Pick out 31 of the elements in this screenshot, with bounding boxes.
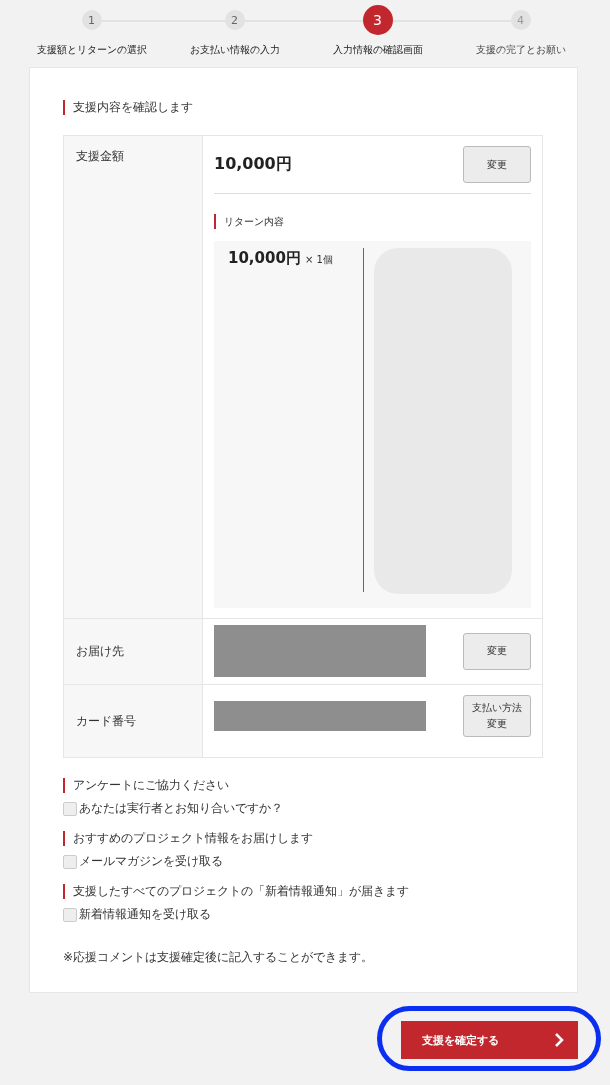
reward-price: 10,000円: [228, 249, 301, 267]
step-number: 4: [510, 10, 531, 30]
option-heading: おすすめのプロジェクト情報をお届けします: [63, 831, 543, 846]
section-heading: 支援内容を確認します: [63, 100, 543, 115]
change-button[interactable]: 変更: [463, 632, 531, 670]
reward-quantity: × 1個: [304, 254, 333, 265]
amount-value: 10,000円: [214, 154, 292, 175]
step-number: 2: [224, 10, 245, 30]
checkbox-label: あなたは実行者とお知り合いですか？: [79, 800, 283, 817]
change-payment-button[interactable]: 支払い方法 変更: [463, 695, 531, 737]
checkbox[interactable]: [63, 854, 77, 869]
step-label: 支援の完了とお願い: [475, 43, 566, 57]
reward-heading: リターン内容: [214, 214, 531, 229]
row-label: カード番号: [64, 685, 203, 757]
step-label: お支払い情報の入力: [189, 43, 280, 57]
note-text: ※応援コメントは支援確定後に記入することができます。: [63, 949, 375, 966]
step-number: 3: [362, 5, 393, 35]
checkbox-label: メールマガジンを受け取る: [79, 853, 223, 870]
chevron-icon: [554, 1032, 564, 1048]
checkbox-label: 新着情報通知を受け取る: [79, 906, 211, 923]
step-number: 1: [81, 10, 102, 30]
checkbox[interactable]: [63, 907, 77, 922]
confirm-button[interactable]: 支援を確定する: [401, 1021, 578, 1059]
row-label: 支援金額: [64, 136, 203, 618]
step-label: 入力情報の確認画面: [332, 43, 423, 57]
option-heading: 支援したすべてのプロジェクトの「新着情報通知」が届きます: [63, 884, 543, 899]
option-heading: アンケートにご協力ください: [63, 778, 543, 793]
change-button[interactable]: 変更: [463, 146, 531, 183]
checkbox[interactable]: [63, 801, 77, 816]
row-label: お届け先: [64, 619, 203, 684]
step-label: 支援額とリターンの選択: [36, 43, 147, 57]
